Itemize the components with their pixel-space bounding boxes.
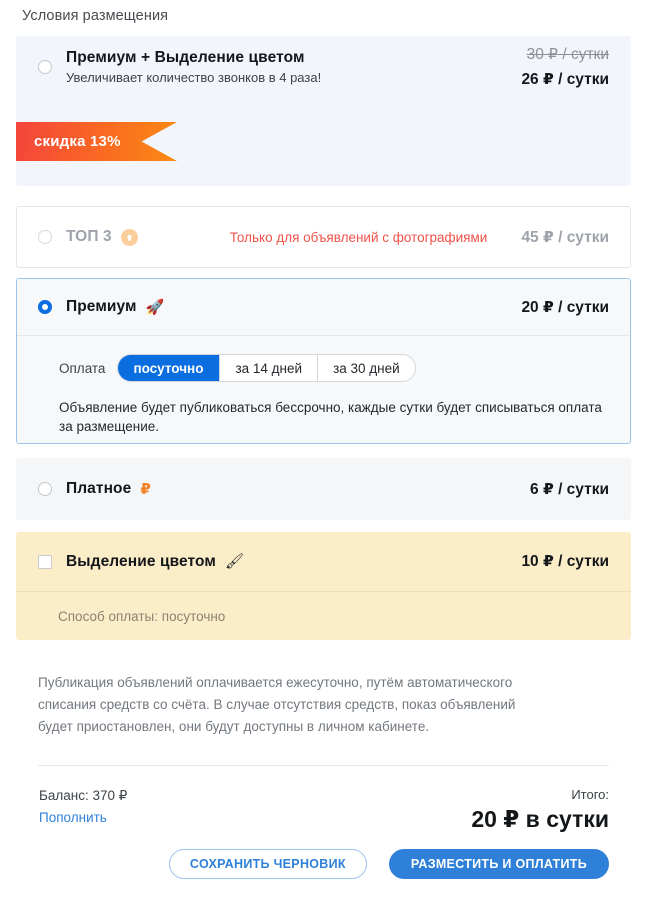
radio-premium[interactable] xyxy=(38,300,52,314)
payment-period-label: Оплата xyxy=(59,360,106,376)
page-title: Условия размещения xyxy=(22,8,169,24)
option-subtitle: Увеличивает количество звонков в 4 раза! xyxy=(66,70,322,85)
option-title: ТОП 3 xyxy=(66,228,112,245)
price-current: 10 ₽ / сутки xyxy=(521,553,609,570)
footer-divider xyxy=(38,765,609,766)
option-label-area[interactable]: Премиум 🚀 xyxy=(38,298,521,316)
totals-area: Итого: 20 ₽ в сутки xyxy=(471,787,609,833)
option-color-highlight[interactable]: Выделение цветом 🖌 10 ₽ / сутки Способ о… xyxy=(16,532,631,640)
price-current: 26 ₽ / сутки xyxy=(521,71,609,88)
radio-paid[interactable] xyxy=(38,482,52,496)
segment-30-days[interactable]: за 30 дней xyxy=(317,355,415,381)
option-premium[interactable]: Премиум 🚀 20 ₽ / сутки Оплата посуточно … xyxy=(16,278,631,444)
color-highlight-detail: Способ оплаты: посуточно xyxy=(58,609,226,624)
discount-ribbon: скидка 13% xyxy=(16,122,177,161)
ruble-icon: ₽ xyxy=(140,480,151,498)
balance-text: Баланс: 370 ₽ xyxy=(39,788,128,803)
action-buttons: СОХРАНИТЬ ЧЕРНОВИК РАЗМЕСТИТЬ И ОПЛАТИТЬ xyxy=(168,849,609,879)
option-title: Выделение цветом xyxy=(66,552,216,570)
price-old: 30 ₽ / сутки xyxy=(526,46,609,63)
arrow-up-circle-icon xyxy=(120,228,138,246)
radio-top3[interactable] xyxy=(38,230,52,244)
payment-period-row: Оплата посуточно за 14 дней за 30 дней xyxy=(59,354,609,382)
segment-14-days[interactable]: за 14 дней xyxy=(219,355,318,381)
discount-ribbon-label: скидка 13% xyxy=(34,133,121,150)
checkbox-color-highlight[interactable] xyxy=(38,554,52,569)
option-top3[interactable]: ТОП 3 Только для объявлений с фотография… xyxy=(16,206,631,268)
price-current: 6 ₽ / сутки xyxy=(530,480,609,498)
price-current: 45 ₽ / сутки xyxy=(521,228,609,246)
option-label-area[interactable]: ТОП 3 xyxy=(38,228,138,246)
total-label: Итого: xyxy=(571,787,609,802)
segment-daily[interactable]: посуточно xyxy=(118,355,220,381)
premium-details: Оплата посуточно за 14 дней за 30 дней О… xyxy=(17,336,630,436)
price-current: 20 ₽ / сутки xyxy=(521,298,609,316)
option-label-area[interactable]: Премиум + Выделение цветом Увеличивает к… xyxy=(38,49,521,85)
radio-premium-plus-color[interactable] xyxy=(38,60,52,74)
billing-info-text: Публикация объявлений оплачивается ежесу… xyxy=(38,675,516,734)
photos-required-warning: Только для объявлений с фотографиями xyxy=(229,229,488,245)
option-title: Платное xyxy=(66,480,132,497)
rocket-icon: 🚀 xyxy=(145,298,165,316)
highlighter-icon: 🖌 xyxy=(224,553,245,570)
option-title: Премиум xyxy=(66,298,137,315)
option-title: Премиум + Выделение цветом xyxy=(66,49,305,66)
balance-area: Баланс: 370 ₽ Пополнить xyxy=(39,788,127,825)
save-draft-button[interactable]: СОХРАНИТЬ ЧЕРНОВИК xyxy=(168,849,367,879)
publish-and-pay-button[interactable]: РАЗМЕСТИТЬ И ОПЛАТИТЬ xyxy=(388,849,609,879)
placement-conditions-page: Условия размещения Премиум + Выделение ц… xyxy=(0,0,647,908)
topup-link[interactable]: Пополнить xyxy=(39,810,127,825)
total-amount: 20 ₽ в сутки xyxy=(471,806,609,832)
payment-period-segmented-control[interactable]: посуточно за 14 дней за 30 дней xyxy=(117,354,416,382)
option-paid[interactable]: Платное ₽ 6 ₽ / сутки xyxy=(16,458,631,520)
price-area: 30 ₽ / сутки 26 ₽ / сутки xyxy=(521,45,609,89)
option-label-area[interactable]: Выделение цветом 🖌 xyxy=(38,553,521,571)
option-label-area[interactable]: Платное ₽ xyxy=(38,480,530,498)
premium-note: Объявление будет публиковаться бессрочно… xyxy=(59,400,602,434)
option-premium-plus-color[interactable]: Премиум + Выделение цветом Увеличивает к… xyxy=(16,36,631,186)
